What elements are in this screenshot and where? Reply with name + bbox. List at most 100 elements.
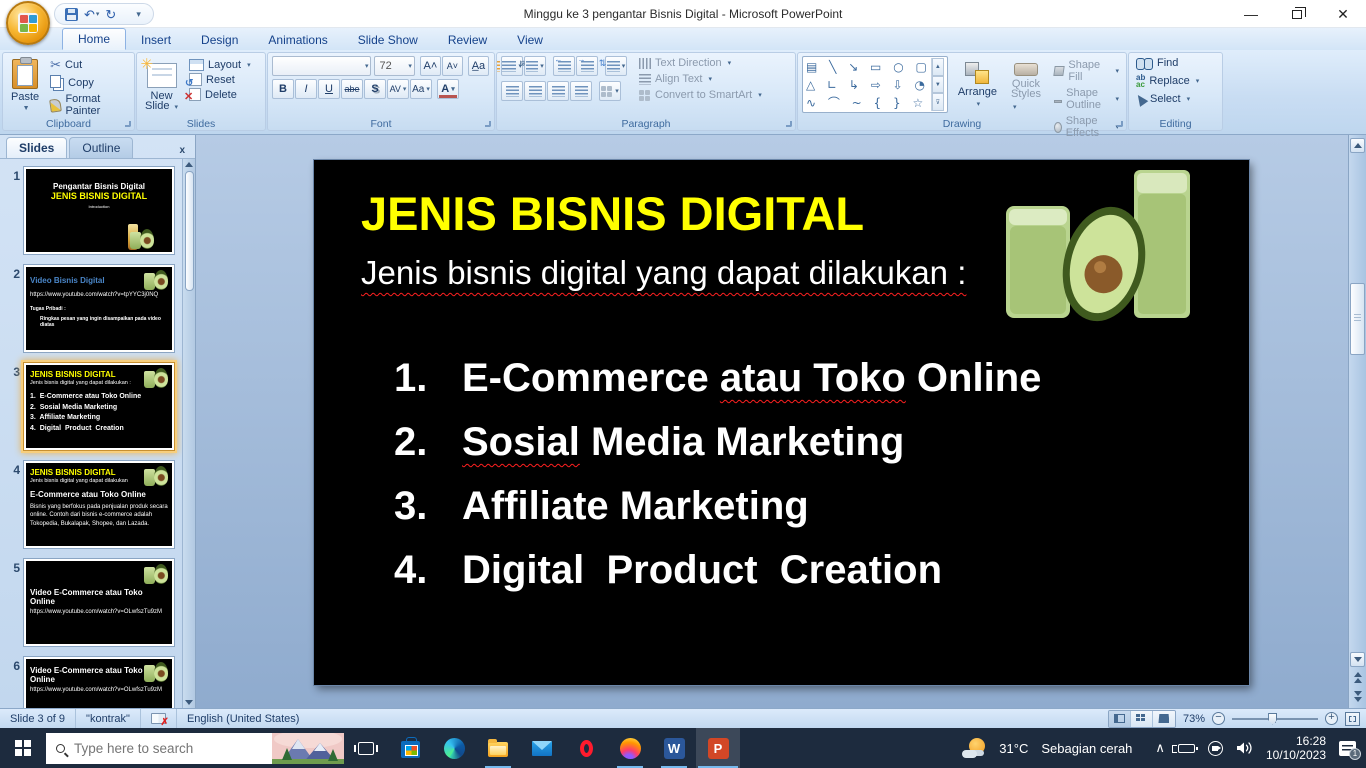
convert-smartart-button[interactable]: Convert to SmartArt▾ [636,88,765,102]
tab-outline[interactable]: Outline [69,137,133,158]
search-daily-image[interactable] [272,733,344,764]
underline-button[interactable]: U [318,79,340,99]
close-button[interactable]: ✕ [1320,0,1366,28]
panel-close-button[interactable]: x [173,143,191,158]
taskbar-search[interactable] [46,733,344,764]
task-view-button[interactable] [344,728,388,768]
fit-to-window-button[interactable] [1345,712,1360,726]
tab-review[interactable]: Review [433,30,502,50]
clear-formatting-button[interactable]: A̲a [468,56,489,76]
slide-thumbnail-5[interactable]: 5 Video E-Commerce atau Toko Online http… [0,559,193,646]
file-explorer-button[interactable] [476,728,520,768]
shapes-glyphs[interactable]: ▤ ╲ ↘ ▭ ○ ▢ △ ∟ ↳ ⇨ ⇩ ◔ ∿ ⌒ ~ { } ☆ [806,58,931,111]
slide-show-button[interactable] [1153,711,1175,727]
speaker-icon[interactable] [1236,741,1253,755]
next-slide-button[interactable] [1350,688,1365,705]
start-button[interactable] [0,728,46,768]
bold-button[interactable]: B [272,79,294,99]
zoom-slider[interactable] [1232,712,1318,726]
weather-description[interactable]: Sebagian cerah [1041,741,1132,756]
strikethrough-button[interactable]: abe [341,79,363,99]
opera-button[interactable] [564,728,608,768]
office-button[interactable] [6,1,50,45]
microsoft-store-button[interactable] [388,728,432,768]
justify-button[interactable] [570,81,592,101]
save-button[interactable] [65,8,78,21]
redo-button[interactable]: ↻ [105,8,116,21]
tab-slides[interactable]: Slides [6,137,67,158]
slide-sorter-button[interactable] [1131,711,1153,727]
slide-list[interactable]: 1.E-Commerce atau Toko Online 2.Sosial M… [394,356,1041,612]
change-case-button[interactable]: Aa▾ [410,79,432,99]
tab-home[interactable]: Home [62,28,126,50]
slide-editor[interactable]: JENIS BISNIS DIGITAL Jenis bisnis digita… [196,135,1348,708]
shape-outline-button[interactable]: Shape Outline▾ [1051,86,1122,112]
zoom-slider-thumb[interactable] [1268,713,1277,725]
battery-icon[interactable] [1178,744,1195,753]
thumbnail-frame[interactable]: JENIS BISNIS DIGITAL Jenis bisnis digita… [24,363,174,450]
tab-view[interactable]: View [502,30,558,50]
panel-scroll-up[interactable] [185,162,193,167]
theme-name[interactable]: "kontrak" [76,709,141,728]
scroll-down-button[interactable] [1350,652,1365,667]
replace-button[interactable]: abacReplace▾ [1133,73,1218,89]
decrease-indent-button[interactable] [553,56,575,76]
shapes-gallery[interactable]: ▤ ╲ ↘ ▭ ○ ▢ △ ∟ ↳ ⇨ ⇩ ◔ ∿ ⌒ ~ { } ☆ ▲▼⊽ [802,56,948,113]
thumbnail-frame[interactable]: Video Bisnis Digital https://www.youtube… [24,265,174,352]
tray-chevron-icon[interactable]: ∧ [1155,740,1165,756]
shapes-gallery-scroll[interactable]: ▲▼⊽ [931,58,944,111]
cut-button[interactable]: ✂Cut [47,56,130,74]
slide-thumbnail-6[interactable]: 6 Video E-Commerce atau Toko Online http… [0,657,193,708]
shrink-font-button[interactable]: A˅ [442,56,463,76]
slide-thumbnail-4[interactable]: 4 JENIS BISNIS DIGITAL Jenis bisnis digi… [0,461,193,548]
slide-thumbnail-2[interactable]: 2 Video Bisnis Digital https://www.youtu… [0,265,193,352]
tab-insert[interactable]: Insert [126,30,186,50]
drawing-dialog-launcher[interactable] [1117,121,1123,127]
tab-animations[interactable]: Animations [253,30,342,50]
paste-button[interactable]: Paste▼ [7,56,43,115]
tab-design[interactable]: Design [186,30,253,50]
thumbnail-frame[interactable]: Video E-Commerce atau Toko Online https:… [24,559,174,646]
new-slide-dropdown-arrow[interactable]: ▾ [175,104,179,111]
zoom-out-button[interactable]: − [1212,712,1225,725]
align-text-button[interactable]: Align Text▾ [636,72,765,86]
slide-title[interactable]: JENIS BISNIS DIGITAL [361,186,864,241]
weather-temperature[interactable]: 31°C [999,741,1028,756]
line-spacing-button[interactable]: ▾ [605,56,627,76]
align-left-button[interactable] [501,81,523,101]
normal-view-button[interactable] [1109,711,1131,727]
minimize-button[interactable]: — [1228,0,1274,28]
numbering-button[interactable]: ▾ [524,56,546,76]
thumbnail-frame[interactable]: JENIS BISNIS DIGITAL Jenis bisnis digita… [24,461,174,548]
font-name-input[interactable] [277,60,363,72]
spelling-status[interactable] [141,709,177,728]
increase-indent-button[interactable] [576,56,598,76]
align-right-button[interactable] [547,81,569,101]
panel-scroll-down[interactable] [185,700,193,705]
panel-scroll-thumb[interactable] [185,171,194,291]
tab-slide-show[interactable]: Slide Show [343,30,433,50]
current-slide[interactable]: JENIS BISNIS DIGITAL Jenis bisnis digita… [314,160,1249,685]
zoom-in-button[interactable]: + [1325,712,1338,725]
slide-indicator[interactable]: Slide 3 of 9 [0,709,76,728]
language-indicator[interactable]: English (United States) [177,709,310,728]
text-shadow-button[interactable]: S [364,79,386,99]
word-button[interactable]: W [652,728,696,768]
select-button[interactable]: Select▾ [1133,92,1218,106]
font-dialog-launcher[interactable] [485,121,491,127]
scroll-track[interactable] [1350,154,1365,651]
powerpoint-button[interactable]: P [696,728,740,768]
slide-thumbnail-3-selected[interactable]: 3 JENIS BISNIS DIGITAL Jenis bisnis digi… [0,363,193,450]
thumbnail-frame[interactable]: Video E-Commerce atau Toko Online https:… [24,657,174,708]
undo-dropdown-arrow[interactable]: ▾ [96,11,100,18]
previous-slide-button[interactable] [1350,669,1365,686]
character-spacing-button[interactable]: AV▾ [387,79,409,99]
restore-button[interactable] [1274,0,1320,28]
thumbnail-frame[interactable]: Pengantar Bisnis Digital JENIS BISNIS DI… [24,167,174,254]
font-name-combobox[interactable]: ▾ [272,56,371,76]
font-size-combobox[interactable]: ▾ [374,56,414,76]
scroll-up-button[interactable] [1350,138,1365,153]
font-color-button[interactable]: A▾ [437,79,459,99]
clock[interactable]: 16:28 10/10/2023 [1266,734,1326,762]
panel-scrollbar[interactable] [182,159,195,708]
